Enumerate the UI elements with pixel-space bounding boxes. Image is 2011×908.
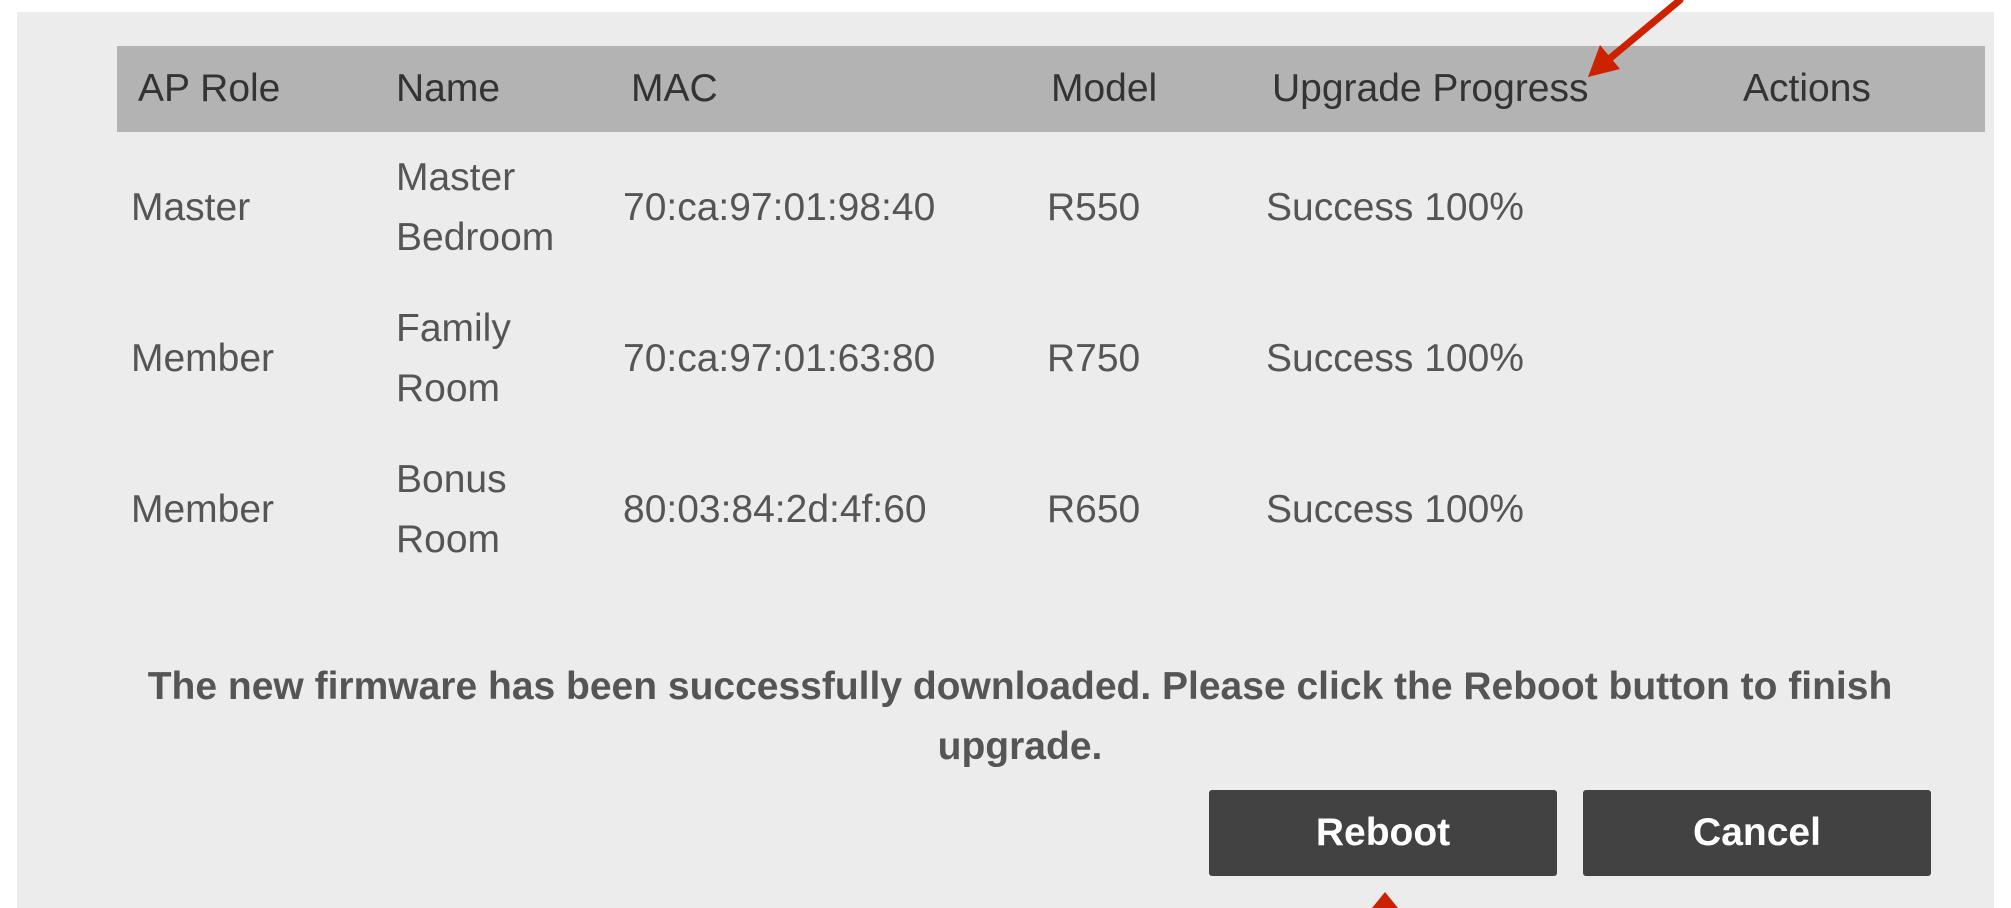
mac-cell: 70:ca:97:01:63:80 — [623, 336, 936, 380]
column-header-model: Model — [1051, 67, 1158, 110]
ap-name-cell: Family Room — [396, 283, 623, 434]
column-header-name: Name — [396, 67, 501, 110]
actions-cell — [1743, 132, 1985, 283]
ap-name-text: Bonus Room — [396, 457, 507, 561]
mac-cell: 70:ca:97:01:98:40 — [623, 185, 936, 229]
ap-role-cell: Member — [131, 487, 275, 531]
column-header-mac: MAC — [631, 67, 718, 110]
table-row: Member Family Room 70:ca:97:01:63:80 R75… — [117, 283, 1985, 434]
ap-name-cell: Bonus Room — [396, 434, 623, 585]
firmware-downloaded-message: The new firmware has been successfully d… — [147, 665, 1893, 768]
upgrade-progress-cell: Success 100% — [1266, 185, 1524, 229]
table-row: Member Bonus Room 80:03:84:2d:4f:60 R650… — [117, 434, 1985, 585]
column-header-actions: Actions — [1743, 67, 1871, 110]
actions-cell — [1743, 283, 1985, 434]
upgrade-progress-cell: Success 100% — [1266, 487, 1524, 531]
reboot-button[interactable]: Reboot — [1209, 790, 1557, 876]
ap-role-cell: Member — [131, 336, 275, 380]
actions-cell — [1743, 434, 1985, 585]
mac-cell: 80:03:84:2d:4f:60 — [623, 487, 927, 531]
ap-upgrade-table: AP Role Name MAC Model Upgrade Progress … — [117, 46, 1985, 585]
model-cell: R750 — [1047, 336, 1141, 380]
ap-role-cell: Master — [131, 185, 251, 229]
ap-name-text: Family Room — [396, 306, 511, 410]
table-row: Master Master Bedroom 70:ca:97:01:98:40 … — [117, 132, 1985, 283]
cancel-button[interactable]: Cancel — [1583, 790, 1931, 876]
ap-name-text: Master Bedroom — [396, 155, 555, 259]
upgrade-progress-cell: Success 100% — [1266, 336, 1524, 380]
progress-header: Upgrade Progress — [1272, 67, 1589, 110]
table-header-row: AP Role Name MAC Model Upgrade Progress … — [117, 46, 1985, 132]
model-cell: R550 — [1047, 185, 1141, 229]
ap-name-cell: Master Bedroom — [396, 132, 623, 283]
column-header-ap-role: AP Role — [138, 67, 281, 110]
model-cell: R650 — [1047, 487, 1141, 531]
